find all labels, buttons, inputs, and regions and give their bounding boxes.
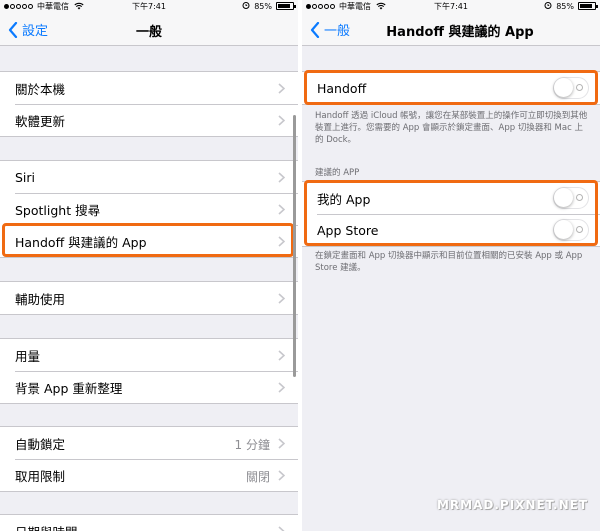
row-label: Handoff (317, 80, 367, 96)
row-handoff-suggested-apps[interactable]: Handoff 與建議的 App (0, 225, 298, 257)
battery-icon (578, 2, 598, 10)
chevron-right-icon (278, 293, 285, 304)
battery-icon (276, 2, 296, 10)
chevron-right-icon (278, 83, 285, 94)
row-usage[interactable]: 用量 (0, 339, 298, 371)
page-title: Handoff 與建議的 App (386, 25, 534, 40)
row-handoff: Handoff (302, 72, 600, 104)
settings-group-about: 關於本機 軟體更新 (0, 71, 298, 137)
settings-group-auto-lock: 自動鎖定 1 分鐘 取用限制 關閉 (0, 426, 298, 492)
row-label: Spotlight 搜尋 (15, 202, 101, 218)
row-restrictions[interactable]: 取用限制 關閉 (0, 459, 298, 491)
row-detail-value: 關閉 (245, 470, 270, 484)
row-label: 輔助使用 (15, 291, 66, 307)
my-apps-toggle[interactable] (553, 187, 589, 209)
row-software-update[interactable]: 軟體更新 (0, 104, 298, 136)
row-label: 我的 App (317, 191, 371, 207)
row-label: 用量 (15, 348, 41, 364)
chevron-right-icon (278, 350, 285, 361)
chevron-right-icon (278, 382, 285, 393)
battery-percent: 85% (556, 1, 574, 11)
chevron-right-icon (278, 204, 285, 215)
settings-group-date-time: 日期與時間 (0, 514, 298, 531)
general-settings-screen: 中華電信 下午7:41 85% 設定 一般 關於本機 軟體更新 Siri Spo… (0, 0, 298, 531)
row-app-store: App Store (302, 214, 600, 246)
suggested-apps-description: 在鎖定畫面和 App 切換器中顯示和目前位置相關的已安裝 App 或 App S… (315, 251, 583, 273)
row-spotlight-search[interactable]: Spotlight 搜尋 (0, 193, 298, 225)
settings-group-siri: Siri Spotlight 搜尋 Handoff 與建議的 App (0, 160, 298, 258)
navigation-bar: 設定 一般 (0, 13, 298, 46)
row-label: 日期與時間 (15, 522, 78, 531)
row-siri[interactable]: Siri (0, 161, 298, 193)
row-auto-lock[interactable]: 自動鎖定 1 分鐘 (0, 427, 298, 459)
page-title: 一般 (135, 25, 162, 40)
handoff-toggle[interactable] (553, 77, 589, 99)
section-header-suggested-apps: 建議的 APP (315, 168, 360, 178)
row-my-apps: 我的 App (302, 182, 600, 214)
handoff-description: Handoff 透過 iCloud 帳號，讓您在某部裝置上的操作可立即切換到其他… (315, 111, 588, 145)
row-label: Handoff 與建議的 App (15, 234, 147, 250)
chevron-right-icon (278, 470, 285, 481)
handoff-settings-screen: 中華電信 下午7:41 85% 一般 Handoff 與建議的 App Hand… (302, 0, 600, 531)
settings-group-accessibility: 輔助使用 (0, 281, 298, 315)
row-label: 背景 App 重新整理 (15, 380, 123, 396)
row-label: App Store (317, 222, 379, 238)
status-bar: 中華電信 下午7:41 85% (0, 0, 298, 13)
app-store-toggle[interactable] (553, 219, 589, 241)
row-label: 軟體更新 (15, 113, 66, 129)
row-label: 自動鎖定 (15, 436, 66, 452)
row-background-app-refresh[interactable]: 背景 App 重新整理 (0, 371, 298, 403)
alarm-clock-icon (544, 1, 552, 11)
chevron-right-icon (278, 115, 285, 126)
row-about[interactable]: 關於本機 (0, 72, 298, 104)
row-label: Siri (15, 169, 36, 185)
alarm-clock-icon (242, 1, 250, 11)
row-detail-value: 1 分鐘 (234, 438, 270, 452)
row-accessibility[interactable]: 輔助使用 (0, 282, 298, 314)
chevron-right-icon (278, 438, 285, 449)
row-label: 取用限制 (15, 468, 66, 484)
settings-group-usage: 用量 背景 App 重新整理 (0, 338, 298, 404)
chevron-right-icon (278, 172, 285, 183)
row-label: 關於本機 (15, 81, 66, 97)
chevron-right-icon (278, 526, 285, 531)
chevron-right-icon (278, 236, 285, 247)
row-date-time[interactable]: 日期與時間 (0, 515, 298, 531)
suggested-apps-group: 我的 App App Store (302, 181, 600, 247)
status-bar: 中華電信 下午7:41 85% (302, 0, 600, 13)
watermark-text: MRMAD.PIXNET.NET (436, 498, 588, 512)
navigation-bar: 一般 Handoff 與建議的 App (302, 13, 600, 46)
handoff-group: Handoff (302, 71, 600, 105)
scroll-indicator[interactable] (293, 115, 296, 377)
battery-percent: 85% (254, 1, 272, 11)
